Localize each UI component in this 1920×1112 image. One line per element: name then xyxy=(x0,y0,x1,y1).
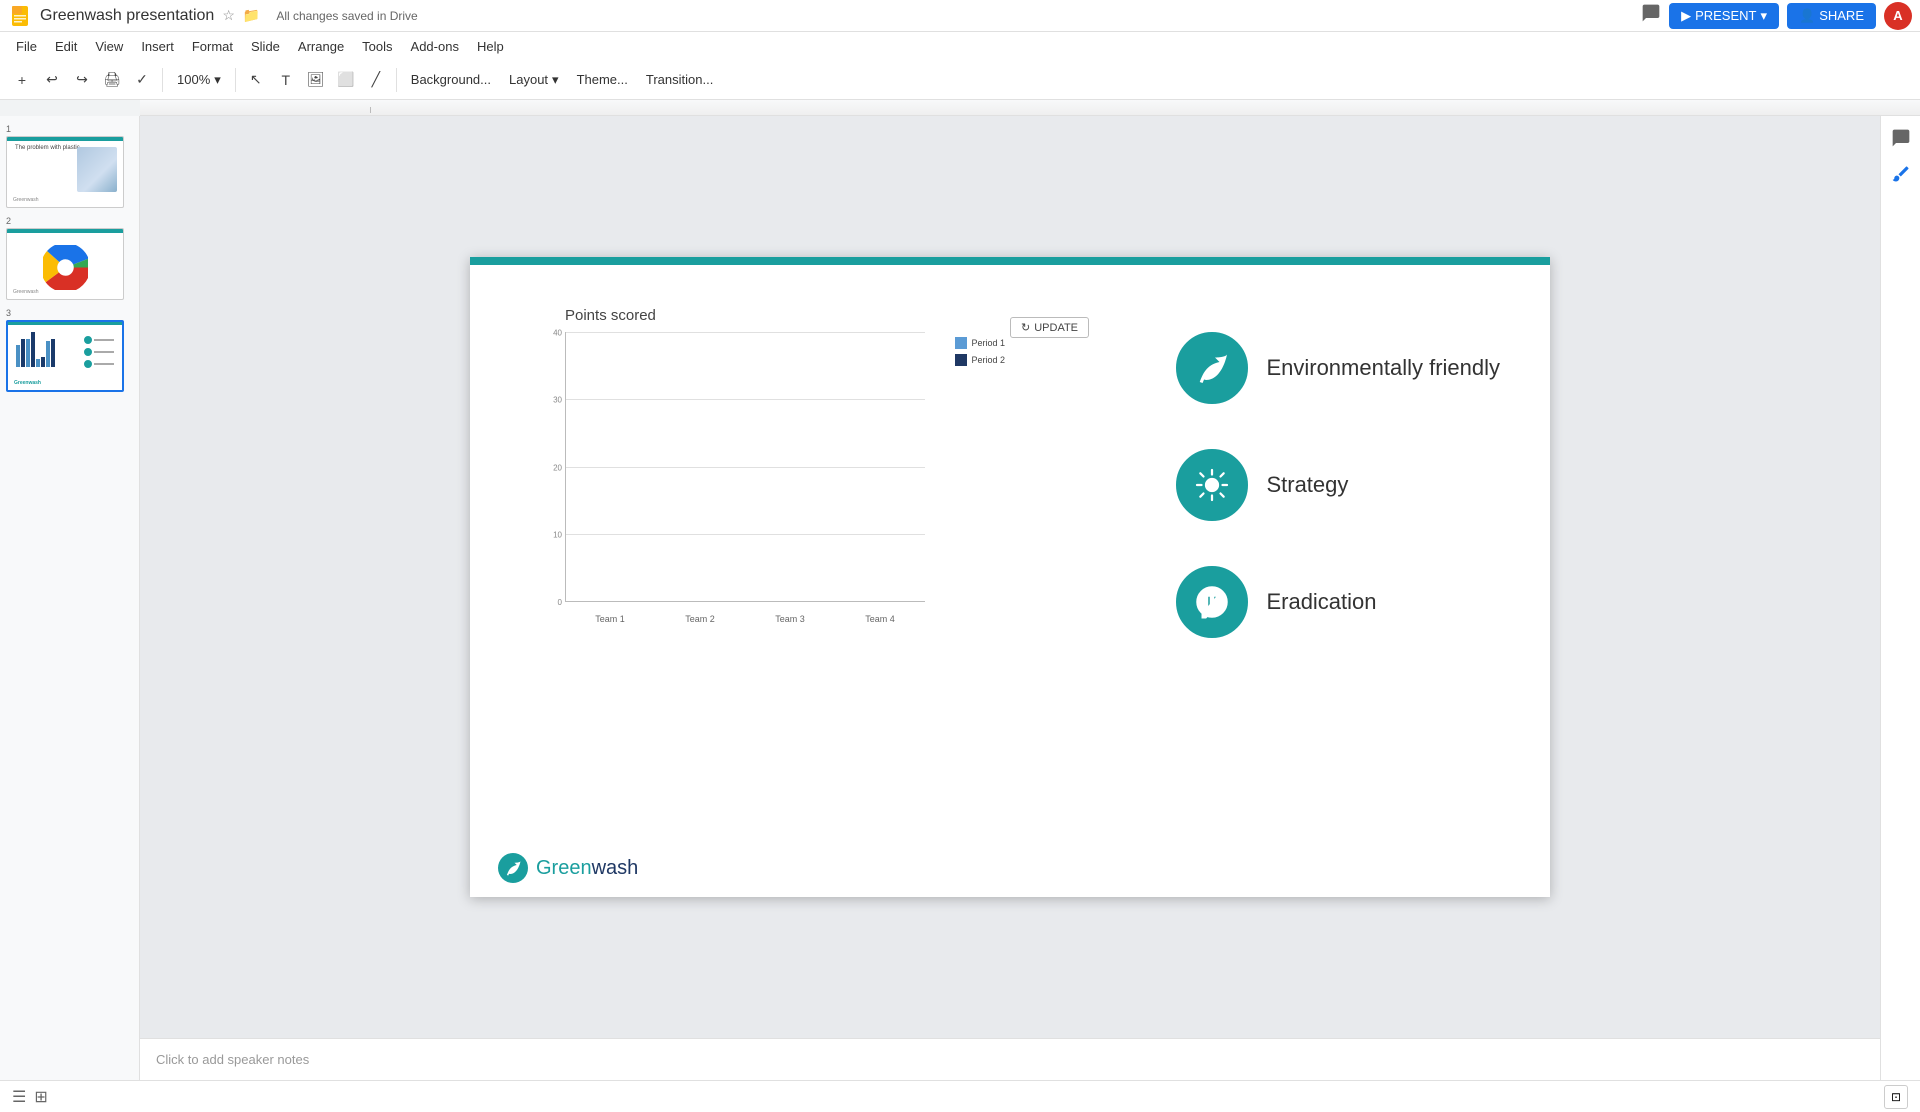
menu-insert[interactable]: Insert xyxy=(133,37,182,56)
feature-item-eradication: Eradication xyxy=(1176,566,1500,638)
slide-footer: Greenwash xyxy=(498,853,638,883)
notes-bar[interactable]: Click to add speaker notes xyxy=(140,1038,1880,1080)
present-chevron: ▾ xyxy=(1760,8,1767,24)
x-label-team3: Team 3 xyxy=(745,614,835,624)
zoom-chevron: ▾ xyxy=(214,72,221,88)
doc-star[interactable]: ☆ xyxy=(222,7,235,24)
slide-container[interactable]: ↻ UPDATE Points scored 40 xyxy=(140,116,1880,1038)
tb-image[interactable]: 🖼 xyxy=(302,66,330,94)
user-avatar[interactable]: A xyxy=(1884,2,1912,30)
saved-status: All changes saved in Drive xyxy=(276,9,417,23)
document-title[interactable]: Greenwash presentation xyxy=(40,7,214,25)
main-area: 1 The problem with plastic Greenwash 2 xyxy=(0,116,1920,1080)
transition-button[interactable]: Transition... xyxy=(638,70,721,89)
footer-brand: Greenwash xyxy=(536,857,638,880)
tb-cursor[interactable]: ↖ xyxy=(242,66,270,94)
menu-tools[interactable]: Tools xyxy=(354,37,400,56)
menubar: File Edit View Insert Format Slide Arran… xyxy=(0,32,1920,60)
right-sidebar xyxy=(1880,116,1920,1080)
comment-icon[interactable] xyxy=(1641,3,1661,28)
chart-title: Points scored xyxy=(565,307,1045,324)
share-button[interactable]: 👤 SHARE xyxy=(1787,3,1876,29)
strategy-label: Strategy xyxy=(1266,472,1348,498)
slide-view-button[interactable]: ☰ xyxy=(12,1087,26,1107)
topbar: Greenwash presentation ☆ 📁 All changes s… xyxy=(0,0,1920,32)
legend-period2: Period 2 xyxy=(955,354,1005,366)
tb-zoom[interactable]: 100% ▾ xyxy=(169,70,229,90)
tb-spell[interactable]: ✓ xyxy=(128,66,156,94)
zoom-fit-button[interactable]: ⊡ xyxy=(1884,1085,1908,1109)
slide-top-bar xyxy=(470,257,1550,265)
menu-edit[interactable]: Edit xyxy=(47,37,85,56)
menu-arrange[interactable]: Arrange xyxy=(290,37,352,56)
menu-view[interactable]: View xyxy=(87,37,131,56)
menu-slide[interactable]: Slide xyxy=(243,37,288,56)
share-person-icon: 👤 xyxy=(1799,8,1815,24)
toolbar: + ↩ ↪ 🖨 ✓ 100% ▾ ↖ T 🖼 ⬜ ╱ Background...… xyxy=(0,60,1920,100)
slide-thumbnail-1[interactable]: 1 The problem with plastic Greenwash xyxy=(6,124,133,208)
slide-num-2: 2 xyxy=(6,216,133,226)
present-icon: ▶ xyxy=(1681,8,1691,24)
tb-shape[interactable]: ⬜ xyxy=(332,66,360,94)
eradication-label: Eradication xyxy=(1266,589,1376,615)
app-icon xyxy=(8,4,32,28)
legend-period1: Period 1 xyxy=(955,337,1005,349)
slide-num-3: 3 xyxy=(6,308,133,318)
menu-file[interactable]: File xyxy=(8,37,45,56)
brand-part2: wash xyxy=(592,857,639,879)
layout-chevron: ▾ xyxy=(552,72,559,88)
sidebar-comments-icon[interactable] xyxy=(1887,124,1915,152)
env-icon-circle xyxy=(1176,332,1248,404)
slide-thumbnail-3[interactable]: 3 xyxy=(6,308,133,392)
tb-new-slide[interactable]: + xyxy=(8,66,36,94)
sidebar-paint-icon[interactable] xyxy=(1887,160,1915,188)
slide-panel: 1 The problem with plastic Greenwash 2 xyxy=(0,116,140,1080)
menu-format[interactable]: Format xyxy=(184,37,241,56)
chart-container: Points scored 40 30 xyxy=(525,307,1045,667)
grid-view-button[interactable]: ⊞ xyxy=(34,1087,47,1107)
slide: ↻ UPDATE Points scored 40 xyxy=(470,257,1550,897)
strategy-icon-circle xyxy=(1176,449,1248,521)
env-friendly-label: Environmentally friendly xyxy=(1266,355,1500,381)
tb-redo[interactable]: ↪ xyxy=(68,66,96,94)
tb-print[interactable]: 🖨 xyxy=(98,66,126,94)
feature-item-env: Environmentally friendly xyxy=(1176,332,1500,404)
layout-button[interactable]: Layout ▾ xyxy=(501,70,567,90)
x-label-team2: Team 2 xyxy=(655,614,745,624)
brand-part1: Green xyxy=(536,857,592,879)
doc-folder[interactable]: 📁 xyxy=(243,7,260,24)
tb-line[interactable]: ╱ xyxy=(362,66,390,94)
slide-thumbnail-2[interactable]: 2 Greenwash xyxy=(6,216,133,300)
features-container: Environmentally friendly Strategy xyxy=(1176,332,1500,638)
background-button[interactable]: Background... xyxy=(403,70,499,89)
footer-logo-icon xyxy=(498,853,528,883)
eradication-icon-circle xyxy=(1176,566,1248,638)
notes-placeholder: Click to add speaker notes xyxy=(156,1052,309,1067)
theme-button[interactable]: Theme... xyxy=(569,70,636,89)
slide-num-1: 1 xyxy=(6,124,133,134)
feature-item-strategy: Strategy xyxy=(1176,449,1500,521)
bottom-bar: ☰ ⊞ ⊡ xyxy=(0,1080,1920,1112)
present-button[interactable]: ▶ PRESENT ▾ xyxy=(1669,3,1779,29)
x-label-team4: Team 4 xyxy=(835,614,925,624)
menu-addons[interactable]: Add-ons xyxy=(403,37,467,56)
tb-undo[interactable]: ↩ xyxy=(38,66,66,94)
ruler-top xyxy=(140,100,1920,116)
x-label-team1: Team 1 xyxy=(565,614,655,624)
tb-text[interactable]: T xyxy=(272,66,300,94)
canvas-area: ↻ UPDATE Points scored 40 xyxy=(140,116,1880,1080)
menu-help[interactable]: Help xyxy=(469,37,512,56)
